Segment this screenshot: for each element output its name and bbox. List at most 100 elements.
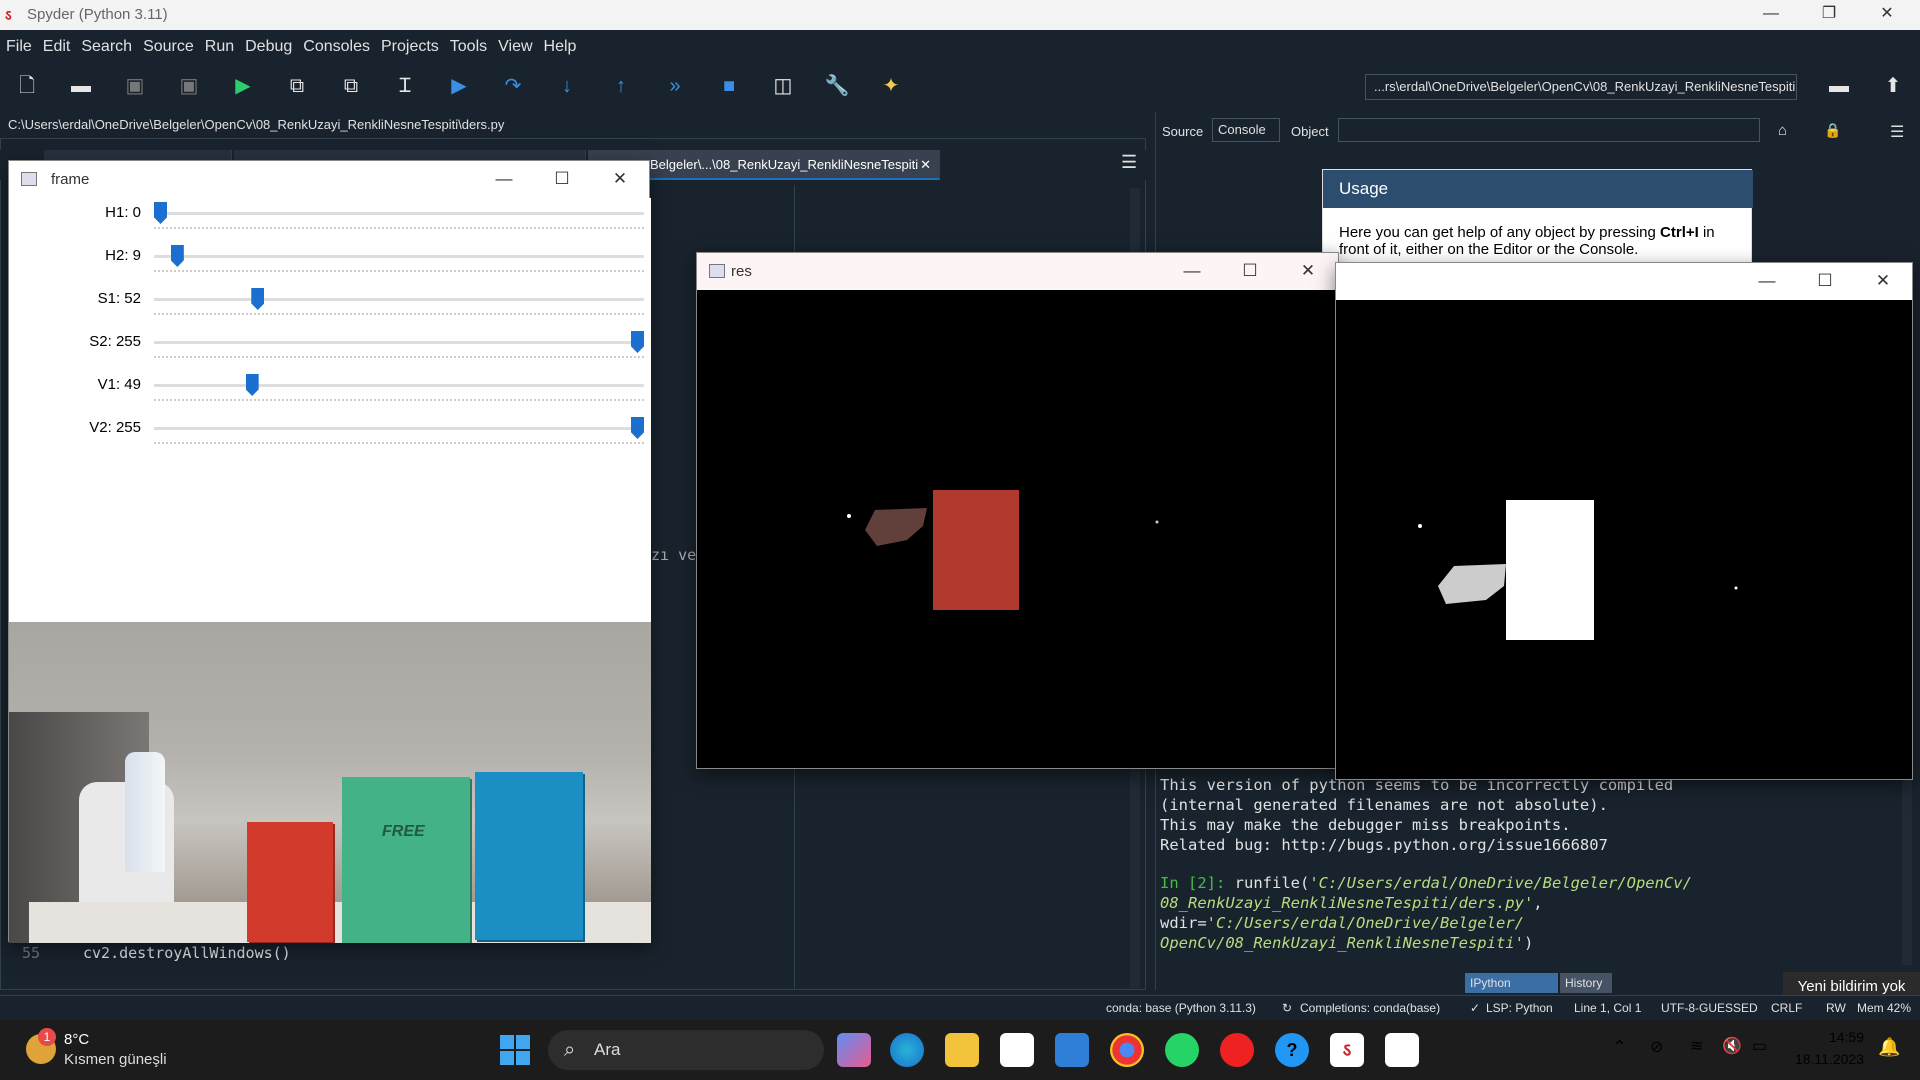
step-out-icon[interactable]: ↑	[606, 71, 636, 101]
trackbar-thumb[interactable]	[170, 245, 184, 267]
menu-source[interactable]: Source	[137, 30, 199, 56]
code-line[interactable]: cv2.destroyAllWindows()	[83, 944, 291, 962]
status-completions[interactable]: Completions: conda(base)	[1300, 996, 1440, 1020]
mail-icon[interactable]	[1055, 1033, 1089, 1067]
object-combo[interactable]	[1338, 118, 1760, 142]
trackbar-track[interactable]	[154, 298, 644, 301]
ipython-console[interactable]: This version of python seems to be incor…	[1160, 775, 1902, 970]
close-button[interactable]: ✕	[1864, 0, 1910, 30]
preferences-icon[interactable]: 🔧	[822, 71, 852, 101]
new-file-icon[interactable]: 🗋	[12, 71, 42, 101]
chrome-icon[interactable]	[1110, 1033, 1144, 1067]
trackbar-thumb[interactable]	[251, 288, 265, 310]
status-env[interactable]: conda: base (Python 3.11.3)	[1106, 996, 1256, 1020]
tab-options-icon[interactable]: ☰	[1121, 152, 1137, 173]
trackbar-track[interactable]	[154, 341, 644, 344]
edge-icon[interactable]	[890, 1033, 924, 1067]
working-directory-combo[interactable]: ...rs\erdal\OneDrive\Belgeler\OpenCv\08_…	[1365, 74, 1797, 100]
frame-window-titlebar[interactable]: frame — ☐ ✕	[9, 161, 649, 198]
trackbar-track[interactable]	[154, 255, 644, 258]
mask-white-region	[1506, 500, 1594, 640]
run-cell-icon[interactable]: ⧉	[282, 71, 312, 101]
menu-debug[interactable]: Debug	[239, 30, 297, 56]
maximize-button[interactable]: ☐	[1796, 263, 1854, 300]
whatsapp-icon[interactable]	[1165, 1033, 1199, 1067]
minimize-button[interactable]: —	[1163, 253, 1221, 290]
maximize-pane-icon[interactable]: ◫	[768, 71, 798, 101]
continue-icon[interactable]: »	[660, 71, 690, 101]
usage-title: Usage	[1323, 170, 1753, 208]
spyder-icon[interactable]: ऽ	[1330, 1033, 1364, 1067]
mask-window-titlebar[interactable]: — ☐ ✕	[1336, 263, 1912, 300]
source-combo[interactable]: Console	[1212, 118, 1280, 142]
maximize-button[interactable]: ☐	[1221, 253, 1279, 290]
help-icon[interactable]: ?	[1275, 1033, 1309, 1067]
menu-consoles[interactable]: Consoles	[297, 30, 375, 56]
parent-dir-icon[interactable]: ⬆	[1878, 71, 1908, 101]
trackbar-thumb[interactable]	[631, 417, 644, 439]
trackbar-thumb[interactable]	[631, 331, 644, 353]
spyder-logo-icon: ऽ	[5, 7, 12, 23]
run-icon[interactable]: ▶	[228, 71, 258, 101]
save-all-icon[interactable]: ▣	[174, 71, 204, 101]
wifi-icon[interactable]: ≋	[1690, 1036, 1703, 1056]
run-selection-icon[interactable]: Ɪ	[390, 71, 420, 101]
home-icon[interactable]: ⌂	[1778, 122, 1787, 139]
volume-mute-icon[interactable]: 🔇	[1722, 1036, 1742, 1056]
store-icon[interactable]	[1000, 1033, 1034, 1067]
menu-file[interactable]: File	[0, 30, 37, 56]
tab-ipython-console[interactable]: IPython Console	[1465, 973, 1558, 1010]
battery-icon[interactable]: ▭	[1752, 1036, 1767, 1056]
trackbar-label: V2: 255	[89, 419, 141, 436]
menu-run[interactable]: Run	[199, 30, 239, 56]
stop-icon[interactable]: ■	[714, 71, 744, 101]
step-into-icon[interactable]: ↓	[552, 71, 582, 101]
mask-image	[1336, 300, 1912, 779]
trackbar-thumb[interactable]	[154, 202, 167, 224]
open-file-icon[interactable]: ▬	[66, 71, 96, 101]
clock-time[interactable]: 14:59	[1782, 1029, 1864, 1045]
notifications-bell-icon[interactable]: 🔔	[1878, 1037, 1900, 1058]
menu-search[interactable]: Search	[75, 30, 137, 56]
tab-history[interactable]: History	[1560, 973, 1612, 993]
clock-date[interactable]: 18.11.2023	[1782, 1051, 1864, 1067]
minimize-button[interactable]: —	[475, 161, 533, 198]
res-window-titlebar[interactable]: res — ☐ ✕	[697, 253, 1338, 290]
chevron-up-icon[interactable]: ⌃	[1612, 1037, 1627, 1058]
menu-view[interactable]: View	[492, 30, 537, 56]
pane-options-icon[interactable]: ☰	[1890, 122, 1904, 142]
trackbar-track[interactable]	[154, 212, 644, 215]
menu-projects[interactable]: Projects	[375, 30, 444, 56]
maximize-button[interactable]: ☐	[533, 161, 591, 198]
menu-tools[interactable]: Tools	[444, 30, 492, 56]
menu-edit[interactable]: Edit	[37, 30, 76, 56]
trackbar-track[interactable]	[154, 384, 644, 387]
status-lsp[interactable]: LSP: Python	[1486, 996, 1553, 1020]
trackbar-track[interactable]	[154, 427, 644, 430]
close-button[interactable]: ✕	[1854, 263, 1912, 300]
step-over-icon[interactable]: ↷	[498, 71, 528, 101]
trackbar-thumb[interactable]	[245, 374, 259, 396]
network-off-icon[interactable]: ⊘	[1650, 1037, 1663, 1057]
restore-button[interactable]: ❐	[1806, 0, 1852, 30]
lock-icon[interactable]: 🔒	[1824, 122, 1841, 139]
trackbar-row: H1: 0	[9, 198, 651, 241]
close-button[interactable]: ✕	[591, 161, 649, 198]
browse-folder-icon[interactable]: ▬	[1824, 71, 1854, 101]
copilot-icon[interactable]	[837, 1033, 871, 1067]
notepad-icon[interactable]	[1385, 1033, 1419, 1067]
run-cell-advance-icon[interactable]: ⧉	[336, 71, 366, 101]
python-path-icon[interactable]: ✦	[876, 71, 906, 101]
minimize-button[interactable]: —	[1748, 0, 1794, 30]
menu-help[interactable]: Help	[538, 30, 582, 56]
debug-icon[interactable]: ▶	[444, 71, 474, 101]
minimize-button[interactable]: —	[1738, 263, 1796, 300]
window-app-icon	[21, 172, 37, 186]
close-tab-icon[interactable]: ✕	[920, 150, 931, 180]
close-button[interactable]: ✕	[1279, 253, 1337, 290]
file-explorer-icon[interactable]	[945, 1033, 979, 1067]
save-icon[interactable]: ▣	[120, 71, 150, 101]
console-scrollbar[interactable]	[1902, 775, 1912, 965]
trackbar-ticks	[154, 399, 644, 402]
youtube-icon[interactable]	[1220, 1033, 1254, 1067]
